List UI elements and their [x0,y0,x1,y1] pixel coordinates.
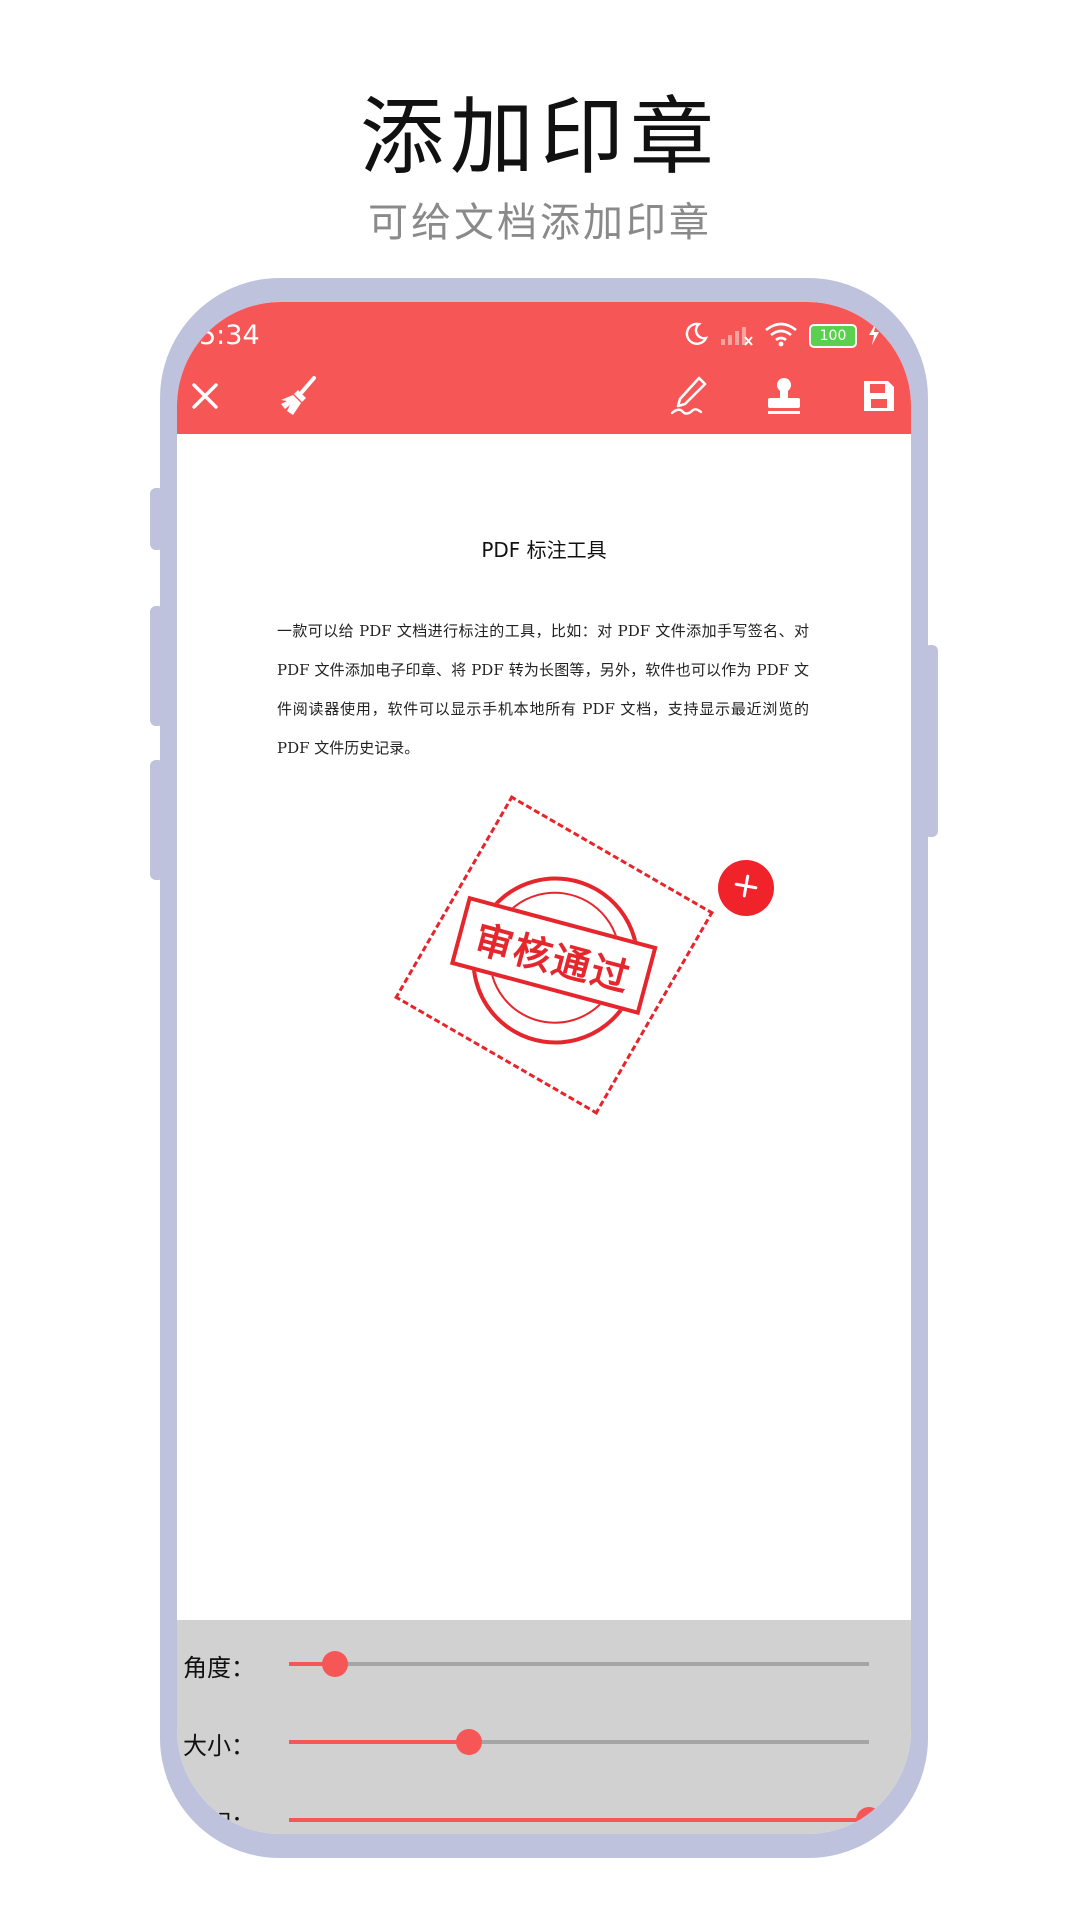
angle-slider-row: 角度： [177,1634,911,1694]
size-slider[interactable] [289,1729,869,1755]
angle-slider-thumb[interactable] [322,1651,349,1677]
size-slider-row: 大小： [177,1712,911,1772]
stamp-icon [765,376,803,420]
stamp-resize-handle[interactable] [718,860,774,916]
moon-icon [683,321,709,351]
app-bar: 5:34 100 [177,302,911,434]
document-title: PDF 标注工具 [481,538,607,562]
save-button[interactable] [857,376,901,420]
signal-icon [719,321,753,351]
opacity-slider-row: 透明： [177,1790,911,1834]
phone-frame: 5:34 100 PDF 标注工具 一款可以给 PDF 文档进行标注的工具，比如… [160,278,928,1858]
size-slider-thumb[interactable] [455,1729,482,1755]
close-button[interactable] [183,376,227,420]
opacity-slider-fill [289,1818,869,1822]
opacity-slider[interactable] [289,1807,882,1833]
promo-headline: 添加印章 [359,88,720,186]
plus-icon [731,871,761,905]
phone-screen: 5:34 100 PDF 标注工具 一款可以给 PDF 文档进行标注的工具，比如… [177,302,911,1834]
adjust-panel: 角度： 大小： 透明： [177,1620,911,1834]
broom-icon [278,375,320,421]
close-icon [190,381,220,415]
pen-icon [669,375,709,421]
angle-label: 角度： [183,1654,255,1682]
clear-button[interactable] [277,376,321,420]
size-slider-fill [289,1740,469,1744]
sign-button[interactable] [667,376,711,420]
stamp-image: 审核通过 [398,799,709,1110]
angle-slider[interactable] [289,1651,869,1677]
status-icons: 100 [683,318,881,354]
charging-icon [867,322,881,350]
opacity-label: 透明： [183,1810,255,1834]
size-label: 大小： [183,1732,255,1760]
promo-subheadline: 可给文档添加印章 [368,200,712,246]
wifi-icon [763,321,799,351]
document-body: 一款可以给 PDF 文档进行标注的工具，比如：对 PDF 文件添加手写签名、对 … [277,622,809,757]
opacity-slider-thumb[interactable] [856,1807,882,1833]
stamp-selection[interactable]: 审核通过 [394,795,714,1115]
save-icon [861,378,897,418]
status-time: 5:34 [199,320,260,351]
stamp-button[interactable] [762,376,806,420]
battery-icon: 100 [809,324,857,348]
